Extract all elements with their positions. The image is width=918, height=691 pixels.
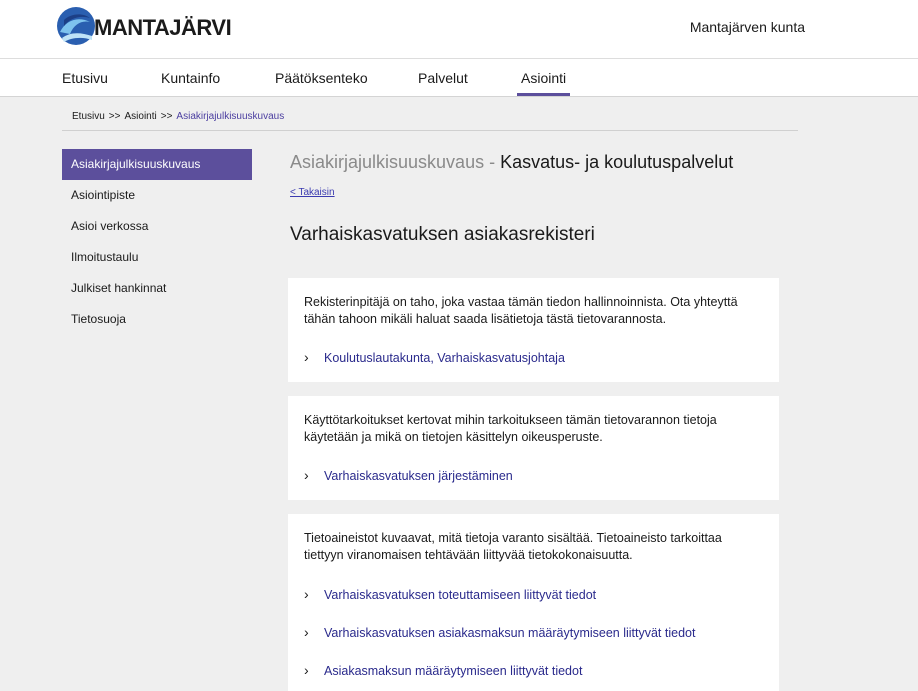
nav-item-palvelut[interactable]: Palvelut <box>418 70 468 86</box>
back-link[interactable]: < Takaisin <box>290 187 335 198</box>
page-title-prefix: Asiakirjajulkisuuskuvaus - <box>290 152 496 172</box>
site-logo-text[interactable]: MANTAJÄRVI <box>94 15 232 41</box>
breadcrumb-item-current[interactable]: Asiakirjajulkisuuskuvaus <box>176 111 284 122</box>
page-title-main: Kasvatus- ja koulutuspalvelut <box>500 152 734 172</box>
nav-item-kuntainfo[interactable]: Kuntainfo <box>161 70 220 86</box>
chevron-right-icon: › <box>304 586 309 602</box>
link-label: Koulutuslautakunta, Varhaiskasvatusjohta… <box>324 351 565 365</box>
municipality-name[interactable]: Mantajärven kunta <box>690 19 805 35</box>
link-label: Varhaiskasvatuksen asiakasmaksun määräyt… <box>324 626 696 640</box>
controller-card: Rekisterinpitäjä on taho, joka vastaa tä… <box>288 278 779 382</box>
card-description: Käyttötarkoitukset kertovat mihin tarkoi… <box>304 413 717 444</box>
breadcrumb-separator: >> <box>160 111 173 122</box>
sidebar-item-julkiset-hankinnat[interactable]: Julkiset hankinnat <box>62 273 252 304</box>
dataset-link[interactable]: › Asiakasmaksun määräytymiseen liittyvät … <box>304 662 582 680</box>
sidebar-item-asiointipiste[interactable]: Asiointipiste <box>62 180 252 211</box>
chevron-right-icon: › <box>304 467 309 483</box>
nav-item-etusivu[interactable]: Etusivu <box>62 70 108 86</box>
link-label: Asiakasmaksun määräytymiseen liittyvät t… <box>324 664 583 678</box>
sidebar-item-asiakirjajulkisuuskuvaus[interactable]: Asiakirjajulkisuuskuvaus <box>62 149 252 180</box>
breadcrumb-separator: >> <box>108 111 121 122</box>
site-header: MANTAJÄRVI Mantajärven kunta <box>0 0 918 58</box>
register-title: Varhaiskasvatuksen asiakasrekisteri <box>290 224 595 245</box>
purpose-link[interactable]: › Varhaiskasvatuksen järjestäminen <box>304 467 513 485</box>
card-description: Rekisterinpitäjä on taho, joka vastaa tä… <box>304 295 738 326</box>
sidebar-item-tietosuoja[interactable]: Tietosuoja <box>62 304 252 335</box>
page-title: Asiakirjajulkisuuskuvaus - Kasvatus- ja … <box>290 152 733 173</box>
breadcrumb: Etusivu >> Asiointi >> Asiakirjajulkisuuskuv… <box>72 111 284 122</box>
nav-item-paatoksenteko[interactable]: Päätöksenteko <box>275 70 368 86</box>
purpose-card: Käyttötarkoitukset kertovat mihin tarkoi… <box>288 396 779 500</box>
breadcrumb-divider <box>62 130 798 131</box>
link-label: Varhaiskasvatuksen järjestäminen <box>324 469 513 483</box>
datasets-card: Tietoaineistot kuvaavat, mitä tietoja va… <box>288 514 779 691</box>
nav-item-asiointi[interactable]: Asiointi <box>516 70 571 96</box>
sidebar-item-ilmoitustaulu[interactable]: Ilmoitustaulu <box>62 242 252 273</box>
dataset-link[interactable]: › Varhaiskasvatuksen asiakasmaksun määräy… <box>304 624 695 642</box>
card-description: Tietoaineistot kuvaavat, mitä tietoja va… <box>304 531 722 562</box>
controller-link[interactable]: › Koulutuslautakunta, Varhaiskasvatusjoht… <box>304 349 565 367</box>
dataset-link[interactable]: › Varhaiskasvatuksen toteuttamiseen liitt… <box>304 586 596 604</box>
chevron-right-icon: › <box>304 662 309 678</box>
breadcrumb-item-asiointi[interactable]: Asiointi <box>124 111 156 122</box>
main-navigation: Etusivu Kuntainfo Päätöksenteko Palvelut… <box>0 58 918 97</box>
link-label: Varhaiskasvatuksen toteuttamiseen liitty… <box>324 588 597 602</box>
chevron-right-icon: › <box>304 624 309 640</box>
wave-logo-icon[interactable] <box>56 6 96 46</box>
breadcrumb-item-etusivu[interactable]: Etusivu <box>72 111 105 122</box>
chevron-right-icon: › <box>304 349 309 365</box>
sidebar-item-asioi-verkossa[interactable]: Asioi verkossa <box>62 211 252 242</box>
side-navigation: Asiakirjajulkisuuskuvaus Asiointipiste A… <box>62 149 252 335</box>
